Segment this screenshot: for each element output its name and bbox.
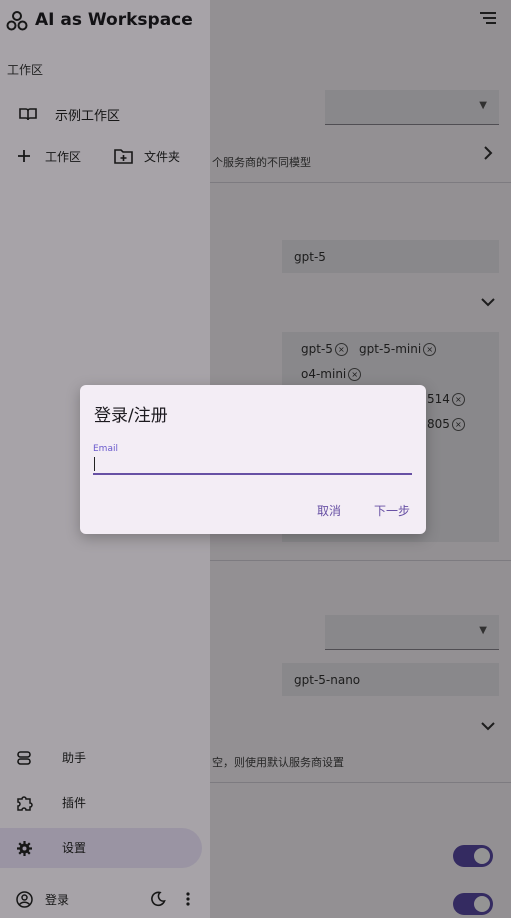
login-dialog: 登录/注册 Email 取消 下一步 <box>80 385 426 534</box>
text-caret <box>94 457 95 471</box>
next-button[interactable]: 下一步 <box>374 502 410 519</box>
cancel-button[interactable]: 取消 <box>317 502 341 519</box>
dialog-title: 登录/注册 <box>94 406 168 426</box>
email-label: Email <box>93 444 118 454</box>
email-field[interactable] <box>93 455 412 475</box>
